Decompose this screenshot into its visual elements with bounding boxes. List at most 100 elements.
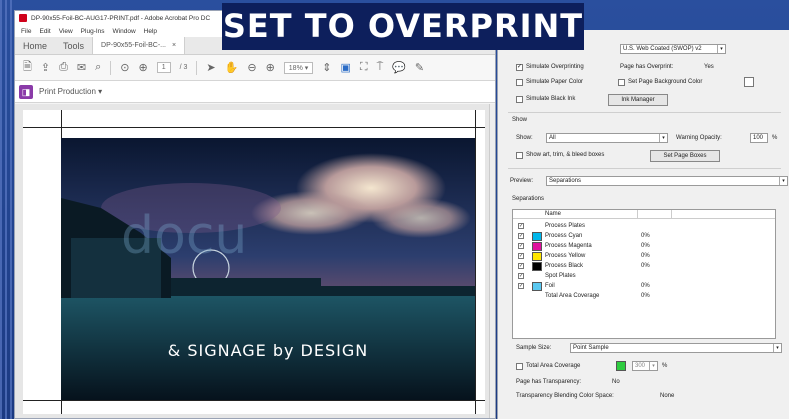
menu-file[interactable]: File <box>21 28 31 35</box>
show-select[interactable]: All ▾ <box>546 133 668 143</box>
toolbar-divider <box>196 60 198 75</box>
separation-row[interactable]: ✓ Process Cyan 0% <box>513 232 775 242</box>
artwork-tagline: & SIGNAGE by DESIGN <box>167 341 369 360</box>
decorative-stripes <box>0 0 14 419</box>
print-production-menu[interactable]: Print Production ▾ <box>39 87 102 96</box>
separation-checkbox[interactable]: ✓ <box>518 253 524 259</box>
coverage-color-swatch[interactable] <box>616 361 626 371</box>
page-up-icon[interactable]: ⊙ <box>120 61 129 74</box>
full-screen-icon[interactable]: ⛶ <box>360 61 368 74</box>
coverage-percent-sign: % <box>662 363 668 369</box>
hand-tool-icon[interactable]: ✋ <box>225 61 239 74</box>
tab-tools[interactable]: Tools <box>55 37 92 54</box>
ink-manager-button[interactable]: Ink Manager <box>608 94 668 106</box>
separation-row[interactable]: ✓ Spot Plates <box>513 272 775 282</box>
coverage-value: 300 <box>635 363 646 369</box>
menu-edit[interactable]: Edit <box>39 28 50 35</box>
simulation-profile-select[interactable]: U.S. Web Coated (SWOP) v2 ▾ <box>620 44 726 54</box>
separation-name: Process Cyan <box>545 233 583 239</box>
separation-checkbox[interactable]: ✓ <box>518 263 524 269</box>
document-canvas: docu & SIGNAGE by DESIGN <box>15 104 495 418</box>
pin-icon[interactable]: ⍑ <box>377 61 384 74</box>
print-icon[interactable]: ⎙ <box>59 61 68 74</box>
print-production-icon: ◨ <box>19 84 33 99</box>
fit-page-icon[interactable]: ⇕ <box>322 61 331 74</box>
menu-plugins[interactable]: Plug-Ins <box>81 28 105 35</box>
separation-percent: 0% <box>641 263 650 269</box>
separation-row[interactable]: ✓ Foil 0% <box>513 282 775 292</box>
page-has-transparency-label: Page has Transparency: <box>516 379 582 385</box>
page-number-input[interactable]: 1 <box>156 62 171 73</box>
simulate-black-ink-checkbox[interactable] <box>516 96 523 103</box>
separation-name: Process Black <box>545 263 584 269</box>
column-divider <box>671 210 672 219</box>
separation-checkbox[interactable]: ✓ <box>518 243 524 249</box>
show-art-trim-checkbox[interactable] <box>516 152 523 159</box>
separation-checkbox[interactable]: ✓ <box>518 273 524 279</box>
close-tab-icon[interactable]: × <box>172 42 176 49</box>
tab-document[interactable]: DP-90x55-Foil-BC-... × <box>92 37 186 54</box>
menu-view[interactable]: View <box>59 28 73 35</box>
menu-window[interactable]: Window <box>113 28 136 35</box>
separation-row[interactable]: ✓ Process Magenta 0% <box>513 242 775 252</box>
separation-percent: 0% <box>641 253 650 259</box>
show-art-trim-label: Show art, trim, & bleed boxes <box>526 152 605 158</box>
save-icon[interactable]: 🗎 <box>23 58 32 77</box>
chevron-down-icon: ▾ <box>659 134 667 142</box>
separation-checkbox[interactable]: ✓ <box>518 233 524 239</box>
tab-home[interactable]: Home <box>15 37 55 54</box>
column-divider <box>637 210 638 219</box>
simulate-overprinting-label: Simulate Overprinting <box>526 64 584 70</box>
print-production-bar: ◨ Print Production ▾ <box>15 81 495 103</box>
email-icon[interactable]: ✉ <box>77 61 86 74</box>
separation-name: Total Area Coverage <box>545 293 600 299</box>
zoom-in-icon[interactable]: ⊕ <box>266 61 275 74</box>
chevron-down-icon: ▾ <box>717 45 725 53</box>
page-has-transparency-value: No <box>612 379 620 385</box>
separation-row[interactable]: ✓ Process Yellow 0% <box>513 252 775 262</box>
window-title: DP-90x55-Foil-BC-AUG17-PRINT.pdf - Adobe… <box>31 14 211 22</box>
simulate-overprinting-checkbox[interactable]: ✓ <box>516 64 523 71</box>
sample-size-select[interactable]: Point Sample ▾ <box>570 343 782 353</box>
preview-select[interactable]: Separations ▾ <box>546 176 788 186</box>
warning-opacity-input[interactable]: 100 <box>750 133 768 143</box>
main-toolbar: 🗎 ⇪ ⎙ ✉ ⌕ ⊙ ⊕ 1 / 3 ➤ ✋ ⊖ ⊕ 18% ▾ ⇕ ▣ ⛶ … <box>15 55 495 81</box>
set-page-background-checkbox[interactable] <box>618 79 625 86</box>
coverage-value-input[interactable]: 300 ▾ <box>632 361 658 371</box>
acrobat-window: DP-90x55-Foil-BC-AUG17-PRINT.pdf - Adobe… <box>14 10 496 419</box>
acrobat-app-icon <box>19 14 27 22</box>
comment-icon[interactable]: 💬 <box>392 61 406 74</box>
docu-logo-watermark: docu <box>121 206 247 266</box>
chevron-down-icon: ▾ <box>773 344 781 352</box>
business-card-artwork: docu & SIGNAGE by DESIGN <box>61 138 475 400</box>
page-down-icon[interactable]: ⊕ <box>139 61 148 74</box>
separation-row[interactable]: ✓ Process Black 0% <box>513 262 775 272</box>
separation-color-swatch <box>532 232 542 241</box>
document-page: docu & SIGNAGE by DESIGN <box>23 110 485 414</box>
vertical-scrollbar[interactable] <box>489 104 495 418</box>
separation-color-swatch <box>532 262 542 271</box>
separation-row[interactable]: Total Area Coverage 0% <box>513 292 775 302</box>
background-color-swatch[interactable] <box>744 77 754 87</box>
zoom-out-icon[interactable]: ⊖ <box>247 61 256 74</box>
simulate-paper-color-label: Simulate Paper Color <box>526 79 584 85</box>
separation-checkbox[interactable]: ✓ <box>518 283 524 289</box>
separation-row[interactable]: ✓ Process Plates <box>513 222 775 232</box>
menu-help[interactable]: Help <box>144 28 157 35</box>
separation-color-swatch <box>532 242 542 251</box>
separation-name: Foil <box>545 283 555 289</box>
zoom-select[interactable]: 18% ▾ <box>283 61 314 74</box>
separation-name: Process Yellow <box>545 253 586 259</box>
preview-value: Separations <box>549 178 582 184</box>
simulate-paper-color-checkbox[interactable] <box>516 79 523 86</box>
select-tool-icon[interactable]: ➤ <box>206 61 215 74</box>
total-area-coverage-checkbox[interactable] <box>516 363 523 370</box>
set-page-boxes-button[interactable]: Set Page Boxes <box>650 150 720 162</box>
scroll-mode-icon[interactable]: ▣ <box>340 61 350 74</box>
separation-checkbox[interactable]: ✓ <box>518 223 524 229</box>
page-has-overprint-label: Page has Overprint: <box>620 64 674 70</box>
search-icon[interactable]: ⌕ <box>95 61 101 74</box>
draw-icon[interactable]: ✎ <box>415 61 424 74</box>
upload-icon[interactable]: ⇪ <box>41 61 50 74</box>
set-page-background-label: Set Page Background Color <box>628 79 703 85</box>
